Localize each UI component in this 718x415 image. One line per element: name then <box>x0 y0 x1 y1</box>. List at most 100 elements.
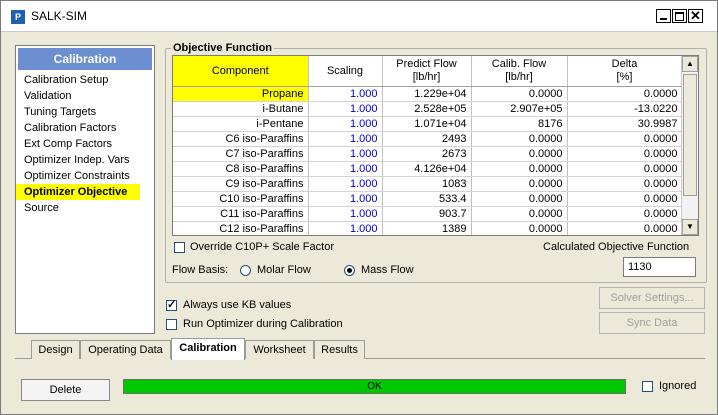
ignored-checkbox[interactable] <box>642 381 653 392</box>
close-icon: ✕ <box>690 8 701 23</box>
tab-results[interactable]: Results <box>314 340 365 359</box>
cell-delta[interactable]: 0.0000 <box>567 206 683 222</box>
delete-button[interactable]: Delete <box>21 379 110 401</box>
cell-predict-flow[interactable]: 2493 <box>382 131 472 147</box>
cell-component[interactable]: Propane <box>173 86 309 102</box>
mass-flow-radio[interactable] <box>344 265 355 276</box>
cell-delta[interactable]: 0.0000 <box>567 131 683 147</box>
table-row[interactable]: i-Pentane 1.000 1.071e+04 8176 30.9987 <box>173 116 683 132</box>
close-button[interactable]: ✕ <box>688 8 703 23</box>
nav-item-tuning-targets[interactable]: Tuning Targets <box>16 104 154 120</box>
tab-calibration[interactable]: Calibration <box>171 338 245 360</box>
col-header-calib-flow[interactable]: Calib. Flow [lb/hr] <box>471 56 568 87</box>
override-c10p-checkbox[interactable] <box>174 242 185 253</box>
cell-scaling[interactable]: 1.000 <box>308 86 383 102</box>
nav-item-calibration-factors[interactable]: Calibration Factors <box>16 120 154 136</box>
cell-component[interactable]: C7 iso-Paraffins <box>173 146 309 162</box>
table-row[interactable]: C9 iso-Paraffins 1.000 1083 0.0000 0.0000 <box>173 176 683 192</box>
cell-calib-flow[interactable]: 0.0000 <box>471 131 568 147</box>
tab-worksheet[interactable]: Worksheet <box>245 340 314 359</box>
cell-component[interactable]: i-Pentane <box>173 116 309 132</box>
scroll-thumb[interactable] <box>683 74 697 196</box>
grid-vertical-scrollbar[interactable]: ▲ ▼ <box>681 56 698 235</box>
nav-item-source[interactable]: Source <box>16 200 154 216</box>
nav-item-optimizer-constraints[interactable]: Optimizer Constraints <box>16 168 154 184</box>
cell-calib-flow[interactable]: 0.0000 <box>471 161 568 177</box>
cell-component[interactable]: i-Butane <box>173 101 309 117</box>
cell-predict-flow[interactable]: 2.528e+05 <box>382 101 472 117</box>
always-use-kb-label: Always use KB values <box>183 299 292 311</box>
title-bar[interactable]: P SALK-SIM ✕ <box>1 1 717 32</box>
run-optimizer-checkbox[interactable] <box>166 319 177 330</box>
cell-scaling[interactable]: 1.000 <box>308 176 383 192</box>
nav-item-optimizer-objective[interactable]: Optimizer Objective <box>16 184 140 200</box>
sync-data-button[interactable]: Sync Data <box>599 312 705 334</box>
cell-scaling[interactable]: 1.000 <box>308 146 383 162</box>
cell-delta[interactable]: 0.0000 <box>567 146 683 162</box>
cell-delta[interactable]: 0.0000 <box>567 161 683 177</box>
tab-design[interactable]: Design <box>31 340 80 359</box>
table-row[interactable]: C7 iso-Paraffins 1.000 2673 0.0000 0.0000 <box>173 146 683 162</box>
molar-flow-radio[interactable] <box>240 265 251 276</box>
col-header-scaling[interactable]: Scaling <box>308 56 383 87</box>
table-row[interactable]: C8 iso-Paraffins 1.000 4.126e+04 0.0000 0.00… <box>173 161 683 177</box>
table-row[interactable]: C6 iso-Paraffins 1.000 2493 0.0000 0.0000 <box>173 131 683 147</box>
col-header-predict-flow[interactable]: Predict Flow [lb/hr] <box>382 56 472 87</box>
table-row[interactable]: C10 iso-Paraffins 1.000 533.4 0.0000 0.0000 <box>173 191 683 207</box>
cell-predict-flow[interactable]: 903.7 <box>382 206 472 222</box>
cell-predict-flow[interactable]: 2673 <box>382 146 472 162</box>
cell-delta[interactable]: 0.0000 <box>567 221 683 235</box>
calc-objective-value[interactable]: 1130 <box>623 257 696 277</box>
cell-delta[interactable]: 30.9987 <box>567 116 683 132</box>
cell-predict-flow[interactable]: 1.071e+04 <box>382 116 472 132</box>
cell-predict-flow[interactable]: 1083 <box>382 176 472 192</box>
scroll-down-icon[interactable]: ▼ <box>682 219 698 235</box>
cell-calib-flow[interactable]: 0.0000 <box>471 86 568 102</box>
cell-calib-flow[interactable]: 0.0000 <box>471 191 568 207</box>
cell-scaling[interactable]: 1.000 <box>308 131 383 147</box>
table-row[interactable]: C12 iso-Paraffins 1.000 1389 0.0000 0.0000 <box>173 221 683 235</box>
nav-item-validation[interactable]: Validation <box>16 88 154 104</box>
cell-delta[interactable]: 0.0000 <box>567 86 683 102</box>
cell-scaling[interactable]: 1.000 <box>308 161 383 177</box>
col-header-delta[interactable]: Delta [%] <box>567 56 683 87</box>
nav-item-calibration-setup[interactable]: Calibration Setup <box>16 72 154 88</box>
cell-calib-flow[interactable]: 0.0000 <box>471 146 568 162</box>
cell-component[interactable]: C10 iso-Paraffins <box>173 191 309 207</box>
delta-title: Delta <box>611 58 638 70</box>
col-header-component[interactable]: Component <box>173 56 309 87</box>
cell-delta[interactable]: 0.0000 <box>567 191 683 207</box>
cell-scaling[interactable]: 1.000 <box>308 191 383 207</box>
minimize-button[interactable] <box>656 9 671 23</box>
cell-delta[interactable]: 0.0000 <box>567 176 683 192</box>
cell-component[interactable]: C11 iso-Paraffins <box>173 206 309 222</box>
cell-calib-flow[interactable]: 2.907e+05 <box>471 101 568 117</box>
cell-component[interactable]: C12 iso-Paraffins <box>173 221 309 235</box>
cell-delta[interactable]: -13.0220 <box>567 101 683 117</box>
cell-calib-flow[interactable]: 8176 <box>471 116 568 132</box>
cell-calib-flow[interactable]: 0.0000 <box>471 206 568 222</box>
nav-item-ext-comp-factors[interactable]: Ext Comp Factors <box>16 136 154 152</box>
cell-predict-flow[interactable]: 4.126e+04 <box>382 161 472 177</box>
nav-item-optimizer-indep-vars[interactable]: Optimizer Indep. Vars <box>16 152 154 168</box>
table-row[interactable]: Propane 1.000 1.229e+04 0.0000 0.0000 <box>173 86 683 102</box>
tab-operating-data[interactable]: Operating Data <box>80 340 171 359</box>
cell-component[interactable]: C9 iso-Paraffins <box>173 176 309 192</box>
cell-scaling[interactable]: 1.000 <box>308 206 383 222</box>
table-row[interactable]: i-Butane 1.000 2.528e+05 2.907e+05 -13.0220 <box>173 101 683 117</box>
cell-predict-flow[interactable]: 533.4 <box>382 191 472 207</box>
table-row[interactable]: C11 iso-Paraffins 1.000 903.7 0.0000 0.0000 <box>173 206 683 222</box>
scroll-up-icon[interactable]: ▲ <box>682 56 698 72</box>
cell-component[interactable]: C8 iso-Paraffins <box>173 161 309 177</box>
cell-scaling[interactable]: 1.000 <box>308 116 383 132</box>
cell-calib-flow[interactable]: 0.0000 <box>471 176 568 192</box>
cell-predict-flow[interactable]: 1389 <box>382 221 472 235</box>
cell-predict-flow[interactable]: 1.229e+04 <box>382 86 472 102</box>
cell-component[interactable]: C6 iso-Paraffins <box>173 131 309 147</box>
cell-scaling[interactable]: 1.000 <box>308 101 383 117</box>
cell-calib-flow[interactable]: 0.0000 <box>471 221 568 235</box>
solver-settings-button[interactable]: Solver Settings... <box>599 287 705 309</box>
always-use-kb-checkbox[interactable]: ✓ <box>166 299 177 311</box>
maximize-button[interactable] <box>672 9 687 23</box>
cell-scaling[interactable]: 1.000 <box>308 221 383 235</box>
